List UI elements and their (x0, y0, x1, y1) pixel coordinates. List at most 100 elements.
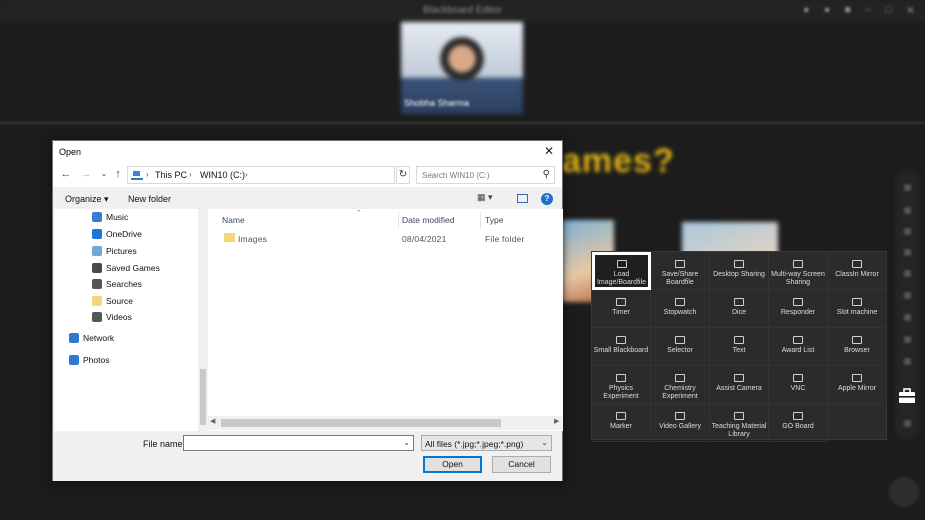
column-header-name[interactable]: Name (222, 215, 245, 225)
chevron-down-icon[interactable]: ⌄ (403, 438, 410, 447)
nav-item[interactable]: Pictures (92, 246, 137, 256)
folder-icon (224, 233, 235, 242)
breadcrumb-this-pc[interactable]: This PC (155, 170, 187, 180)
settings-tool-icon[interactable] (904, 420, 911, 427)
select-tool-icon[interactable] (904, 207, 911, 214)
toolbox-item[interactable]: Video Gallery (651, 404, 710, 442)
file-row[interactable]: Images 08/04/2021 File folder (208, 231, 563, 247)
nav-item[interactable]: Searches (92, 279, 142, 289)
toolbox-item[interactable]: Stopwatch (651, 290, 710, 328)
toolbox-item[interactable]: Timer (592, 290, 651, 328)
toolbox-item[interactable]: GO Board (769, 404, 828, 442)
navigation-pane-scroll-thumb[interactable] (200, 369, 206, 425)
column-header-type[interactable]: Type (485, 215, 503, 225)
toolbox-item[interactable]: Assist Camera (710, 366, 769, 404)
breadcrumb-win10-c[interactable]: WIN10 (C:) (200, 170, 245, 180)
toolbox-item-label: Dice (731, 309, 746, 316)
chevron-down-icon[interactable]: ⌄ (541, 438, 548, 447)
close-icon[interactable]: ✕ (542, 144, 556, 158)
photos-icon (69, 355, 79, 365)
videos-icon (92, 312, 102, 322)
nav-item[interactable]: Source (92, 296, 133, 306)
search-input[interactable]: Search WIN10 (C:) ⚲ (416, 166, 555, 184)
pointer-tool-icon[interactable] (904, 184, 911, 191)
toolbox-item[interactable]: Slot machine (828, 290, 887, 328)
stage-divider (0, 122, 925, 124)
toolbox-item-label: Marker (610, 423, 632, 430)
file-type-filter-select[interactable]: All files (*.jpg;*.jpeg;*.png) ⌄ (421, 435, 552, 451)
camera-icon (734, 374, 744, 382)
recent-locations-chevron-icon[interactable]: ⌄ (97, 169, 111, 178)
help-icon[interactable]: ? (541, 193, 553, 205)
toolbox-item[interactable]: Multi-way Screen Sharing (769, 252, 828, 290)
scroll-left-arrow-icon[interactable]: ◀ (210, 417, 215, 425)
up-arrow-icon[interactable]: ↑ (111, 168, 125, 180)
toolbox-item[interactable]: Responder (769, 290, 828, 328)
toolbox-item[interactable]: Award List (769, 328, 828, 366)
minimize-icon[interactable]: – (865, 4, 871, 17)
search-icon[interactable]: ⚲ (543, 169, 550, 180)
open-button[interactable]: Open (423, 456, 482, 473)
toolbox-item[interactable]: Text (710, 328, 769, 366)
column-divider[interactable] (398, 212, 399, 229)
toolbox-item[interactable]: Desktop Sharing (710, 252, 769, 290)
column-header-date-modified[interactable]: Date modified (402, 215, 454, 225)
toolbox-item[interactable]: Browser (828, 328, 887, 366)
toolbox-item[interactable]: Load Image/Boardfile (592, 252, 651, 290)
toolbox-item[interactable]: Dice (710, 290, 769, 328)
this-pc-icon (131, 171, 143, 180)
microphone-icon[interactable]: ● (803, 4, 810, 17)
horizontal-scroll-thumb[interactable] (221, 419, 501, 427)
refresh-icon[interactable]: ↻ (396, 166, 410, 184)
preview-pane-icon[interactable] (517, 194, 528, 203)
nav-item[interactable]: Videos (92, 312, 132, 322)
toolbox-item[interactable]: Selector (651, 328, 710, 366)
back-arrow-icon[interactable]: ← (59, 168, 73, 180)
text-tool-icon[interactable] (904, 270, 911, 277)
change-view-icon[interactable]: ▦ ▾ (477, 192, 493, 203)
teacher-name: Shobha Sharma (404, 98, 470, 108)
navigation-row: ← → ⌄ ↑ › This PC › WIN10 (C:) › ⌄ ↻ Sea… (53, 163, 562, 187)
organize-button[interactable]: Organize ▾ (65, 194, 109, 205)
nav-item[interactable]: Music (92, 212, 128, 222)
cancel-button[interactable]: Cancel (492, 456, 551, 473)
fullscreen-icon[interactable]: □ (885, 4, 892, 17)
toolbox-item[interactable]: Marker (592, 404, 651, 442)
new-folder-button[interactable]: New folder (128, 194, 171, 204)
toolbox-item-label: Award List (781, 347, 815, 354)
toolbox-item[interactable]: ClassIn Mirror (828, 252, 887, 290)
toolbox-item[interactable]: Teaching Material Library (710, 404, 769, 442)
redo-tool-icon[interactable] (904, 336, 911, 343)
toolbox-item[interactable]: Apple Mirror (828, 366, 887, 404)
clear-tool-icon[interactable] (904, 358, 911, 365)
blackboard-heading: ames? (562, 142, 675, 180)
scroll-right-arrow-icon[interactable]: ▶ (554, 417, 559, 425)
column-divider[interactable] (480, 212, 481, 229)
file-name-field[interactable]: ⌄ (183, 435, 414, 451)
nav-item[interactable]: OneDrive (92, 229, 142, 239)
hand-raise-button[interactable] (889, 477, 919, 507)
toolbox-icon[interactable] (897, 386, 917, 406)
nav-item[interactable]: Network (69, 333, 114, 343)
toolbox-item-label: Multi-way Screen Sharing (771, 271, 825, 286)
dialog-title: Open (59, 147, 82, 157)
toolbox-item-label: Video Gallery (659, 423, 701, 430)
toolbox-item[interactable]: Chemistry Experiment (651, 366, 710, 404)
file-name: Images (238, 234, 268, 244)
undo-tool-icon[interactable] (904, 314, 911, 321)
close-icon[interactable]: ✕ (906, 4, 915, 17)
toolbox-item[interactable]: Save/Share Boardfile (651, 252, 710, 290)
pen-tool-icon[interactable] (904, 228, 911, 235)
address-bar[interactable]: › This PC › WIN10 (C:) › ⌄ (127, 166, 463, 184)
speaker-icon[interactable]: ● (824, 4, 831, 17)
eraser-tool-icon[interactable] (904, 292, 911, 299)
toolbox-item[interactable]: VNC (769, 366, 828, 404)
nav-item[interactable]: Photos (69, 355, 109, 365)
toolbox-item[interactable]: Physics Experiment (592, 366, 651, 404)
toolbox-item[interactable]: Small Blackboard (592, 328, 651, 366)
file-type: File folder (485, 234, 525, 244)
forward-arrow-icon[interactable]: → (79, 168, 93, 180)
shape-tool-icon[interactable] (904, 249, 911, 256)
camera-icon[interactable]: ■ (844, 4, 851, 17)
nav-item[interactable]: Saved Games (92, 263, 160, 273)
